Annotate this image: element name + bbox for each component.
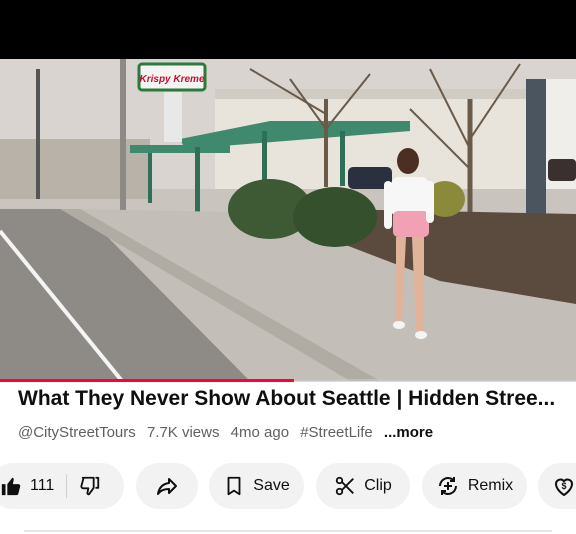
save-label: Save	[253, 477, 290, 494]
clip-label: Clip	[364, 477, 392, 494]
video-meta[interactable]: @CityStreetTours 7.7K views 4mo ago #Str…	[18, 424, 440, 441]
thumbs-down-icon[interactable]	[79, 475, 101, 497]
bookmark-icon	[223, 475, 245, 497]
channel-handle[interactable]: @CityStreetTours	[18, 424, 136, 441]
pole	[120, 59, 126, 214]
video-player[interactable]: Krispy Kreme	[0, 59, 576, 381]
share-arrow-icon	[155, 474, 179, 498]
hashtag-link[interactable]: #StreetLife	[300, 424, 373, 441]
clip-button[interactable]: Clip	[316, 463, 410, 509]
section-divider	[24, 530, 552, 532]
like-count[interactable]: 111	[30, 477, 54, 495]
remix-label: Remix	[467, 477, 514, 494]
video-title[interactable]: What They Never Show About Seattle | Hid…	[18, 387, 566, 411]
save-button[interactable]: Save	[209, 463, 304, 509]
thumbs-up-icon[interactable]	[0, 475, 22, 497]
like-divider	[66, 474, 68, 498]
top-black-bar	[0, 0, 576, 59]
thanks-button[interactable]: $	[538, 463, 576, 509]
share-button[interactable]	[136, 463, 198, 509]
svg-text:$: $	[561, 481, 566, 491]
scissors-icon	[334, 475, 356, 497]
view-count: 7.7K views	[146, 424, 220, 441]
video-frame: Krispy Kreme	[0, 59, 576, 381]
remix-icon	[436, 474, 460, 498]
like-dislike-group: 111	[0, 463, 124, 509]
heart-dollar-icon: $	[552, 474, 576, 498]
more-link[interactable]: ...more	[384, 424, 433, 441]
upload-age: 4mo ago	[230, 424, 290, 441]
action-bar: 111 Save Clip Remix $	[0, 463, 576, 511]
store-sign-text: Krispy Kreme	[139, 74, 204, 85]
remix-button[interactable]: Remix	[422, 463, 527, 509]
